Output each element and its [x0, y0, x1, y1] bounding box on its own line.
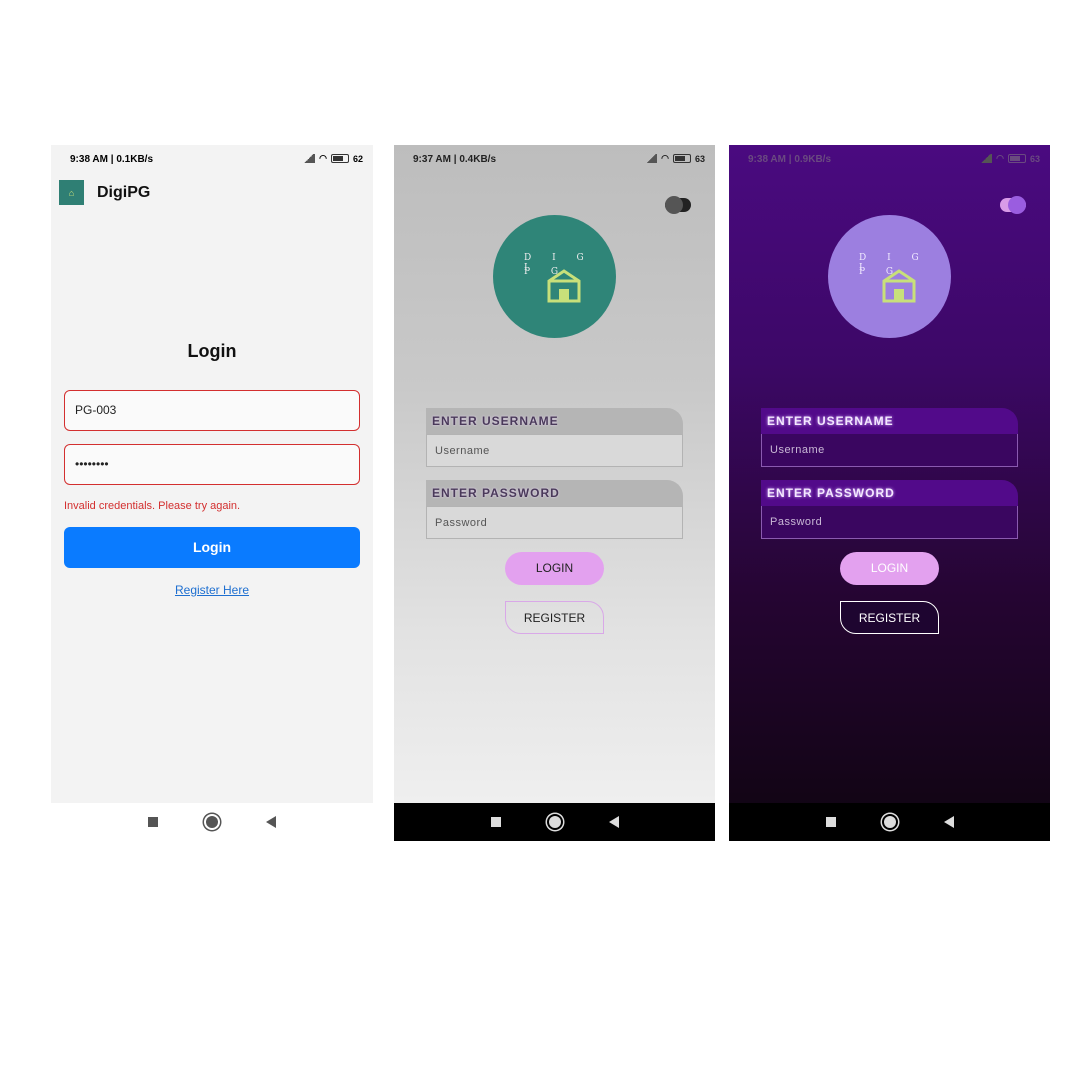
wifi-icon: ◠	[996, 153, 1004, 163]
home-icon[interactable]	[883, 816, 896, 828]
house-icon	[882, 269, 916, 303]
toggle-knob	[1008, 196, 1026, 214]
username-label: ENTER USERNAME	[761, 408, 1018, 434]
username-input[interactable]: Username	[761, 434, 1018, 467]
wifi-icon: ◠	[661, 153, 669, 163]
app-bar: ⌂ DigiPG	[51, 175, 373, 211]
recents-icon[interactable]	[825, 817, 836, 827]
system-nav-bar	[394, 803, 715, 841]
theme-toggle[interactable]	[1000, 196, 1026, 214]
login-button[interactable]: LOGIN	[840, 552, 939, 585]
password-field[interactable]: ••••••••	[64, 444, 360, 485]
back-icon[interactable]	[266, 816, 276, 828]
system-nav-bar	[51, 803, 373, 841]
battery-icon	[1007, 154, 1026, 163]
home-icon[interactable]	[206, 816, 218, 828]
status-bar: 9:38 AM | 0.1KB/s ◠ 62	[51, 145, 373, 175]
digipg-logo: D I G I P G	[493, 215, 616, 338]
phone-screen-light-login: 9:38 AM | 0.1KB/s ◠ 62 ⌂ DigiPG Login PG…	[51, 145, 373, 841]
signal-icon	[303, 154, 316, 163]
app-logo-icon: ⌂	[59, 180, 84, 205]
status-time: 9:37 AM | 0.4KB/s	[413, 154, 497, 165]
username-label: ENTER USERNAME	[426, 408, 683, 434]
system-nav-bar	[729, 803, 1050, 841]
phone-screen-light-theme: 9:37 AM | 0.4KB/s ◠ 63 D I G I P G ENTER…	[394, 145, 715, 841]
status-bar: 9:37 AM | 0.4KB/s ◠ 63	[394, 145, 715, 175]
register-link[interactable]: Register Here	[51, 583, 373, 597]
signal-icon	[645, 154, 658, 163]
back-icon[interactable]	[943, 816, 954, 828]
password-input[interactable]: Password	[426, 506, 683, 539]
recents-icon[interactable]	[148, 817, 158, 827]
phone-screen-dark-theme: 9:38 AM | 0.9KB/s ◠ 63 D I G I P G ENTER…	[729, 145, 1050, 841]
error-message: Invalid credentials. Please try again.	[64, 500, 241, 512]
register-button[interactable]: REGISTER	[840, 601, 939, 634]
page-title: Login	[187, 341, 237, 361]
login-button[interactable]: Login	[64, 527, 360, 568]
username-field[interactable]: PG-003	[64, 390, 360, 431]
password-label: ENTER PASSWORD	[426, 480, 683, 506]
username-input[interactable]: Username	[426, 434, 683, 467]
status-icons: ◠ 63	[980, 153, 1040, 164]
battery-level: 63	[694, 153, 705, 164]
password-input[interactable]: Password	[761, 506, 1018, 539]
signal-icon	[980, 154, 993, 163]
status-time: 9:38 AM | 0.1KB/s	[70, 154, 154, 165]
digipg-logo: D I G I P G	[828, 215, 951, 338]
back-icon[interactable]	[608, 816, 619, 828]
status-time: 9:38 AM | 0.9KB/s	[748, 154, 832, 165]
password-label: ENTER PASSWORD	[761, 480, 1018, 506]
status-icons: ◠ 62	[303, 153, 363, 164]
wifi-icon: ◠	[319, 153, 327, 163]
battery-icon	[672, 154, 691, 163]
battery-level: 63	[1029, 153, 1040, 164]
toggle-knob	[665, 196, 683, 214]
battery-icon	[330, 154, 349, 163]
register-button[interactable]: REGISTER	[505, 601, 604, 634]
recents-icon[interactable]	[490, 817, 501, 827]
login-page: 9:38 AM | 0.1KB/s ◠ 62 ⌂ DigiPG Login PG…	[51, 145, 373, 803]
status-icons: ◠ 63	[645, 153, 705, 164]
home-icon[interactable]	[548, 816, 561, 828]
house-icon	[547, 269, 581, 303]
app-title: DigiPG	[97, 184, 151, 201]
theme-toggle[interactable]	[665, 196, 691, 214]
login-button[interactable]: LOGIN	[505, 552, 604, 585]
battery-level: 62	[352, 153, 363, 164]
status-bar: 9:38 AM | 0.9KB/s ◠ 63	[729, 145, 1050, 175]
